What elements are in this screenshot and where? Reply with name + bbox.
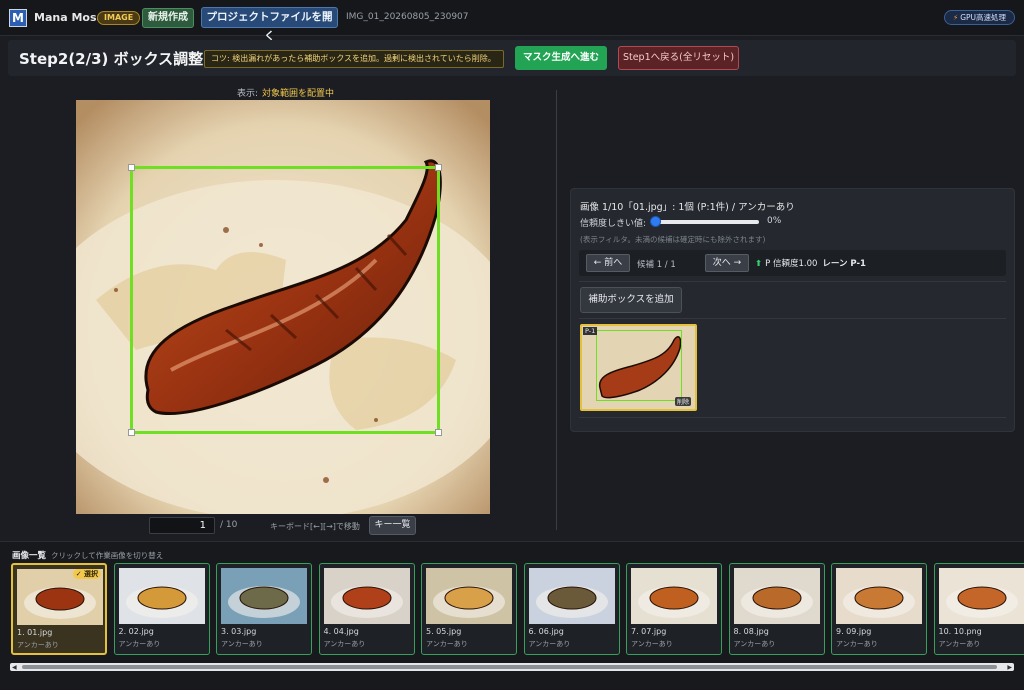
key-list-button[interactable]: キー一覧	[369, 516, 416, 535]
image-list-title: 画像一覧 クリックして作業画像を切り替え	[12, 549, 163, 561]
image-tile-name: 6. 06.jpg	[528, 627, 564, 636]
image-tile-name: 2. 02.jpg	[118, 627, 154, 636]
resize-handle-top-right[interactable]	[435, 164, 442, 171]
up-arrow-icon: ⬆	[755, 259, 763, 269]
image-thumbnail	[733, 568, 820, 624]
image-tile[interactable]: 2. 02.jpg アンカーあり	[113, 563, 210, 655]
detection-bounding-box[interactable]	[128, 164, 442, 436]
slider-knob[interactable]	[650, 216, 661, 227]
image-thumbnail	[836, 568, 922, 624]
image-tile[interactable]: 7. 07.jpg アンカーあり	[626, 563, 722, 655]
prev-candidate-button[interactable]: ← 前へ	[586, 254, 630, 272]
image-tile-name: 8. 08.jpg	[733, 627, 769, 636]
image-tile-name: 10. 10.png	[938, 627, 982, 636]
open-project-button[interactable]: プロジェクトファイルを開く	[201, 7, 338, 42]
image-tile[interactable]: 4. 04.jpg アンカーあり	[318, 563, 415, 655]
scrollbar-thumb[interactable]	[22, 665, 997, 669]
image-tile-status: アンカーあり	[323, 640, 366, 648]
image-tile-status: アンカーあり	[836, 640, 878, 648]
next-candidate-button[interactable]: 次へ →	[705, 254, 749, 272]
image-tile-status: アンカーあり	[221, 640, 263, 648]
image-list-hint: クリックして作業画像を切り替え	[51, 551, 164, 560]
image-tile[interactable]: 1. 01.jpg アンカーあり ✓ 選択	[11, 563, 107, 655]
candidate-label: P-1	[583, 327, 598, 335]
filter-note: (表示フィルタ。未満の候補は確定時にも除外されます)	[580, 235, 766, 244]
confidence-text: P 信頼度1.00	[765, 259, 818, 269]
threshold-value: 0%	[767, 216, 782, 226]
candidate-counter: 候補 1 / 1	[637, 260, 676, 270]
mode-badge: IMAGE	[97, 11, 141, 25]
image-thumbnail	[938, 568, 1024, 624]
image-tile-name: 9. 09.jpg	[836, 627, 872, 636]
delete-candidate-button[interactable]: 削除	[674, 397, 691, 406]
step-header: Step2(2/3) ボックス調整 コツ: 検出漏れがあったら補助ボックスを追加…	[8, 40, 1016, 76]
lightning-icon: ⚡	[952, 13, 959, 22]
resize-handle-top-left[interactable]	[128, 164, 135, 171]
image-tile-status: アンカーあり	[631, 640, 673, 648]
display-label: 表示:	[237, 89, 259, 99]
new-project-button[interactable]: 新規作成	[142, 8, 194, 28]
display-value: 対象範囲を配置中	[262, 89, 335, 99]
image-info: 画像 1/10「01.jpg」: 1個 (P:1件) / アンカーあり	[580, 202, 795, 213]
image-tile[interactable]: 10. 10.png アンカーあり	[933, 563, 1024, 655]
image-tile[interactable]: 8. 08.jpg アンカーあり	[728, 563, 825, 655]
image-thumbnail	[118, 568, 205, 624]
image-tile-status: アンカーあり	[426, 640, 468, 648]
selected-badge: ✓ 選択	[72, 569, 101, 579]
image-tile-status: アンカーあり	[938, 640, 981, 648]
image-tile-name: 5. 05.jpg	[426, 627, 462, 636]
image-list-heading: 画像一覧	[12, 551, 47, 561]
image-thumbnail	[426, 568, 512, 624]
image-tile-name: 4. 04.jpg	[323, 627, 359, 636]
divider	[579, 318, 1006, 319]
image-tile-status: アンカーあり	[528, 640, 571, 648]
page-total: / 10	[220, 520, 238, 530]
image-tile-name: 1. 01.jpg	[17, 628, 53, 637]
image-tile[interactable]: 9. 09.jpg アンカーあり	[831, 563, 927, 655]
top-bar: Mana Mosaic IMAGE 新規作成 プロジェクトファイルを開く IMG…	[0, 0, 1024, 42]
proceed-mask-button[interactable]: マスク生成へ進む	[515, 46, 607, 70]
image-tile-status: アンカーあり	[733, 640, 776, 648]
divider	[579, 417, 1006, 418]
image-tile[interactable]: 3. 03.jpg アンカーあり	[216, 563, 312, 655]
resize-handle-bottom-left[interactable]	[128, 429, 135, 436]
divider	[579, 281, 1006, 282]
add-helper-box-button[interactable]: 補助ボックスを追加	[580, 287, 682, 313]
candidate-panel: 画像 1/10「01.jpg」: 1個 (P:1件) / アンカーあり 信頼度し…	[570, 188, 1015, 432]
image-tile[interactable]: 6. 06.jpg アンカーあり	[523, 563, 620, 655]
back-step1-button[interactable]: Step1へ戻る(全リセット)	[618, 46, 739, 70]
image-thumbnail	[631, 568, 717, 624]
resize-handle-bottom-right[interactable]	[435, 429, 442, 436]
gpu-badge: ⚡ GPU高速処理	[944, 10, 1015, 25]
image-thumbnail	[221, 568, 307, 624]
candidate-nav: ← 前へ 候補 1 / 1 次へ → ⬆ P 信頼度1.00 レーン P-1	[579, 250, 1006, 276]
image-tile-name: 7. 07.jpg	[631, 627, 667, 636]
candidate-box	[596, 330, 682, 401]
candidate-thumbnail[interactable]: P-1 削除	[580, 324, 697, 411]
image-thumbnail	[323, 568, 410, 624]
app-logo-icon	[9, 9, 27, 27]
image-tile[interactable]: 5. 05.jpg アンカーあり	[421, 563, 517, 655]
step-title: Step2(2/3) ボックス調整	[19, 50, 204, 68]
panel-divider	[556, 90, 557, 530]
keyboard-hint: キーボード[←][→]で移動	[270, 522, 360, 531]
scroll-left-icon[interactable]: ◀	[12, 664, 17, 671]
gpu-badge-label: GPU高速処理	[960, 13, 1007, 22]
threshold-label: 信頼度しきい値:	[580, 219, 647, 229]
scroll-right-icon[interactable]: ▶	[1007, 664, 1012, 671]
display-mode-label: 表示: 対象範囲を配置中	[237, 86, 334, 99]
page-number-input[interactable]: 1	[149, 517, 215, 534]
image-tile-status: アンカーあり	[118, 640, 161, 648]
tip-banner: コツ: 検出漏れがあったら補助ボックスを追加。過剰に検出されていたら削除。	[204, 50, 504, 68]
lane-text: レーン P-1	[822, 259, 866, 269]
image-thumbnail	[528, 568, 615, 624]
image-tile-name: 3. 03.jpg	[221, 627, 257, 636]
horizontal-scrollbar[interactable]: ◀ ▶	[10, 663, 1014, 671]
project-id: IMG_01_20260805_230907	[346, 12, 469, 22]
image-tile-status: アンカーあり	[17, 641, 59, 649]
confidence-readout: ⬆ P 信頼度1.00 レーン P-1	[755, 257, 866, 269]
threshold-slider[interactable]	[650, 216, 759, 227]
